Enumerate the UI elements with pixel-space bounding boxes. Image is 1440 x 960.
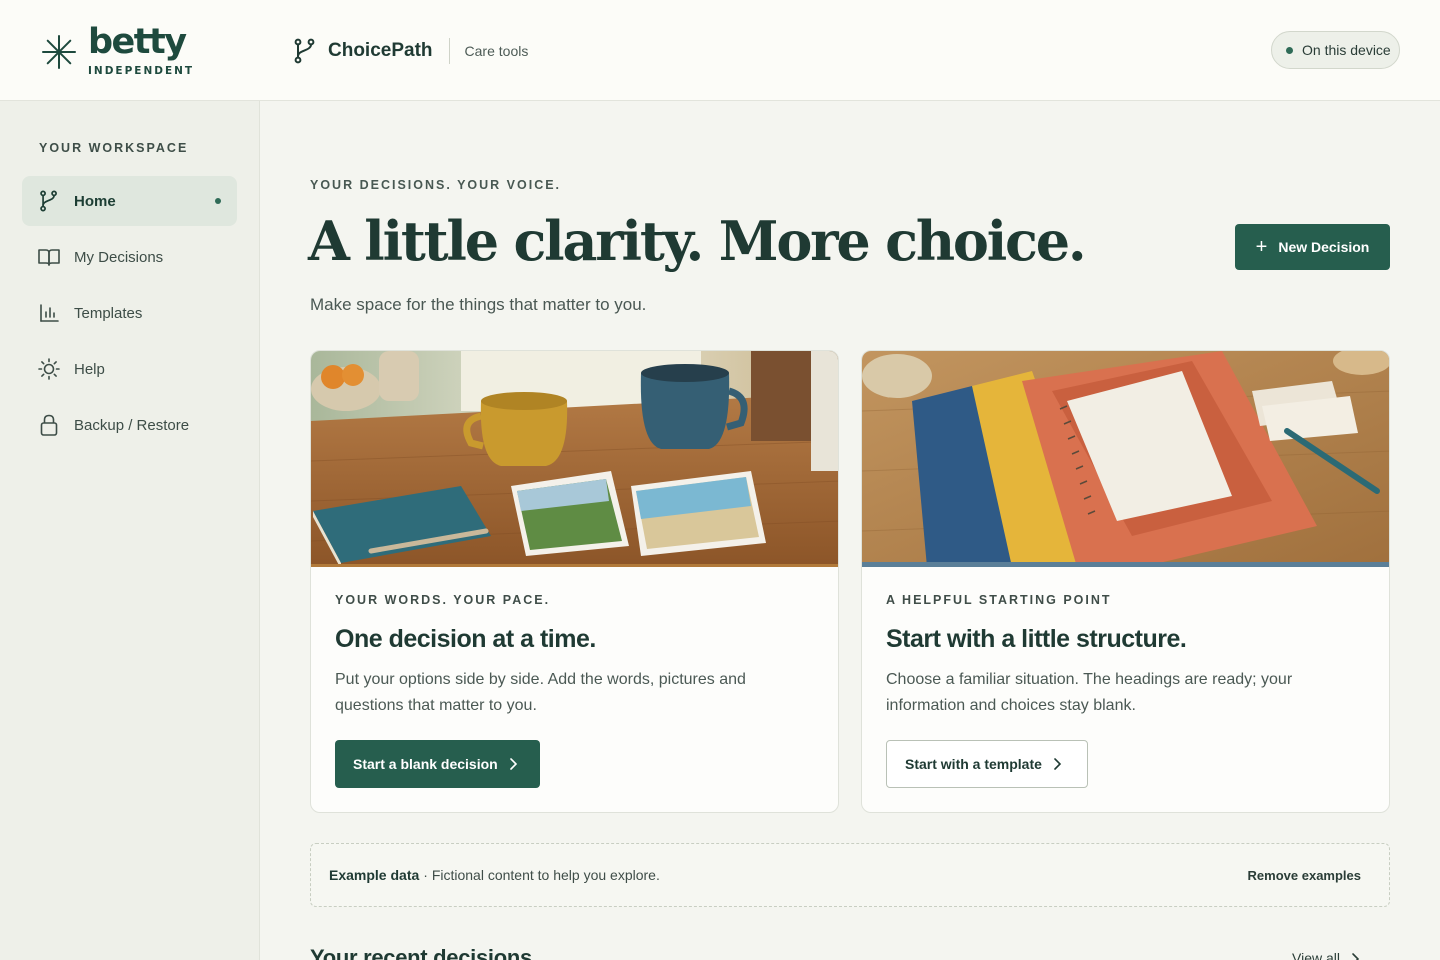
brand-logo[interactable]: betty INDEPENDENT <box>42 22 195 78</box>
lock-icon <box>38 414 60 436</box>
sidebar-item-my-decisions[interactable]: My Decisions <box>22 232 237 282</box>
plus-icon: + <box>1255 236 1268 258</box>
sidebar-item-label: Templates <box>74 304 143 322</box>
card-title: Start with a little structure. <box>886 625 1187 653</box>
card-description: Choose a familiar situation. The heading… <box>886 671 1293 714</box>
table-with-mugs-photo <box>311 351 838 567</box>
view-all-link[interactable]: View all <box>1292 950 1360 960</box>
page-subtitle: Make space for the things that matter to… <box>310 295 647 314</box>
blank-decision-card: YOUR WORDS. YOUR PACE. One decision at a… <box>310 350 839 813</box>
sidebar-item-label: Home <box>74 192 116 210</box>
storage-status-label: On this device <box>1302 42 1391 58</box>
active-indicator-dot <box>215 198 221 204</box>
folders-notebook-photo <box>862 351 1389 567</box>
top-bar: betty INDEPENDENT ChoicePath Care tools … <box>0 0 1440 101</box>
chart-icon <box>38 302 60 324</box>
start-blank-decision-label: Start a blank decision <box>353 756 498 772</box>
app-name: ChoicePath <box>328 40 433 61</box>
example-data-notice: Example data · Fictional content to help… <box>310 843 1390 907</box>
asterisk-logo-icon <box>42 35 76 69</box>
sidebar-item-label: Backup / Restore <box>74 416 190 434</box>
card-eyebrow: A HELPFUL STARTING POINT <box>886 593 1112 607</box>
card-eyebrow: YOUR WORDS. YOUR PACE. <box>335 593 551 607</box>
sidebar-item-home[interactable]: Home <box>22 176 237 226</box>
branch-icon <box>294 38 315 64</box>
brand-name: betty <box>88 22 187 62</box>
sidebar-item-help[interactable]: Help <box>22 344 237 394</box>
sidebar-item-templates[interactable]: Templates <box>22 288 237 338</box>
brand-tagline: INDEPENDENT <box>88 65 195 77</box>
page-title: A little clarity. More choice. <box>308 209 1087 273</box>
start-with-template-label: Start with a template <box>905 756 1042 772</box>
recent-decisions-heading: Your recent decisions <box>310 945 532 960</box>
header-divider <box>448 38 450 64</box>
start-blank-decision-button[interactable]: Start a blank decision <box>335 740 540 788</box>
chevron-right-icon <box>1054 758 1062 770</box>
new-decision-button[interactable]: + New Decision <box>1235 224 1390 270</box>
book-icon <box>38 246 60 268</box>
start-with-template-button[interactable]: Start with a template <box>886 740 1088 788</box>
sidebar: YOUR WORKSPACE Home My Decisions Templat… <box>0 101 260 960</box>
chevron-right-icon <box>1352 953 1360 960</box>
card-description: Put your options side by side. Add the w… <box>335 671 746 714</box>
view-all-label: View all <box>1292 950 1340 960</box>
status-dot-icon <box>1286 46 1293 54</box>
template-card: A HELPFUL STARTING POINT Start with a li… <box>861 350 1390 813</box>
sun-icon <box>38 358 60 380</box>
app-section: Care tools <box>464 43 529 59</box>
new-decision-label: New Decision <box>1278 239 1370 255</box>
notice-text: · Fictional content to help you explore. <box>423 867 660 883</box>
sidebar-item-label: My Decisions <box>74 248 164 266</box>
card-title: One decision at a time. <box>335 625 596 653</box>
sidebar-item-label: Help <box>74 360 105 378</box>
storage-status-badge[interactable]: On this device <box>1271 31 1400 69</box>
chevron-right-icon <box>509 758 517 770</box>
sidebar-item-backup-restore[interactable]: Backup / Restore <box>22 400 237 450</box>
branch-icon <box>38 190 60 212</box>
app-identity: ChoicePath Care tools <box>293 37 528 65</box>
sidebar-heading: YOUR WORKSPACE <box>39 141 189 155</box>
notice-label: Example data <box>329 867 420 883</box>
hero-eyebrow: YOUR DECISIONS. YOUR VOICE. <box>310 178 562 192</box>
remove-examples-button[interactable]: Remove examples <box>1248 868 1361 883</box>
